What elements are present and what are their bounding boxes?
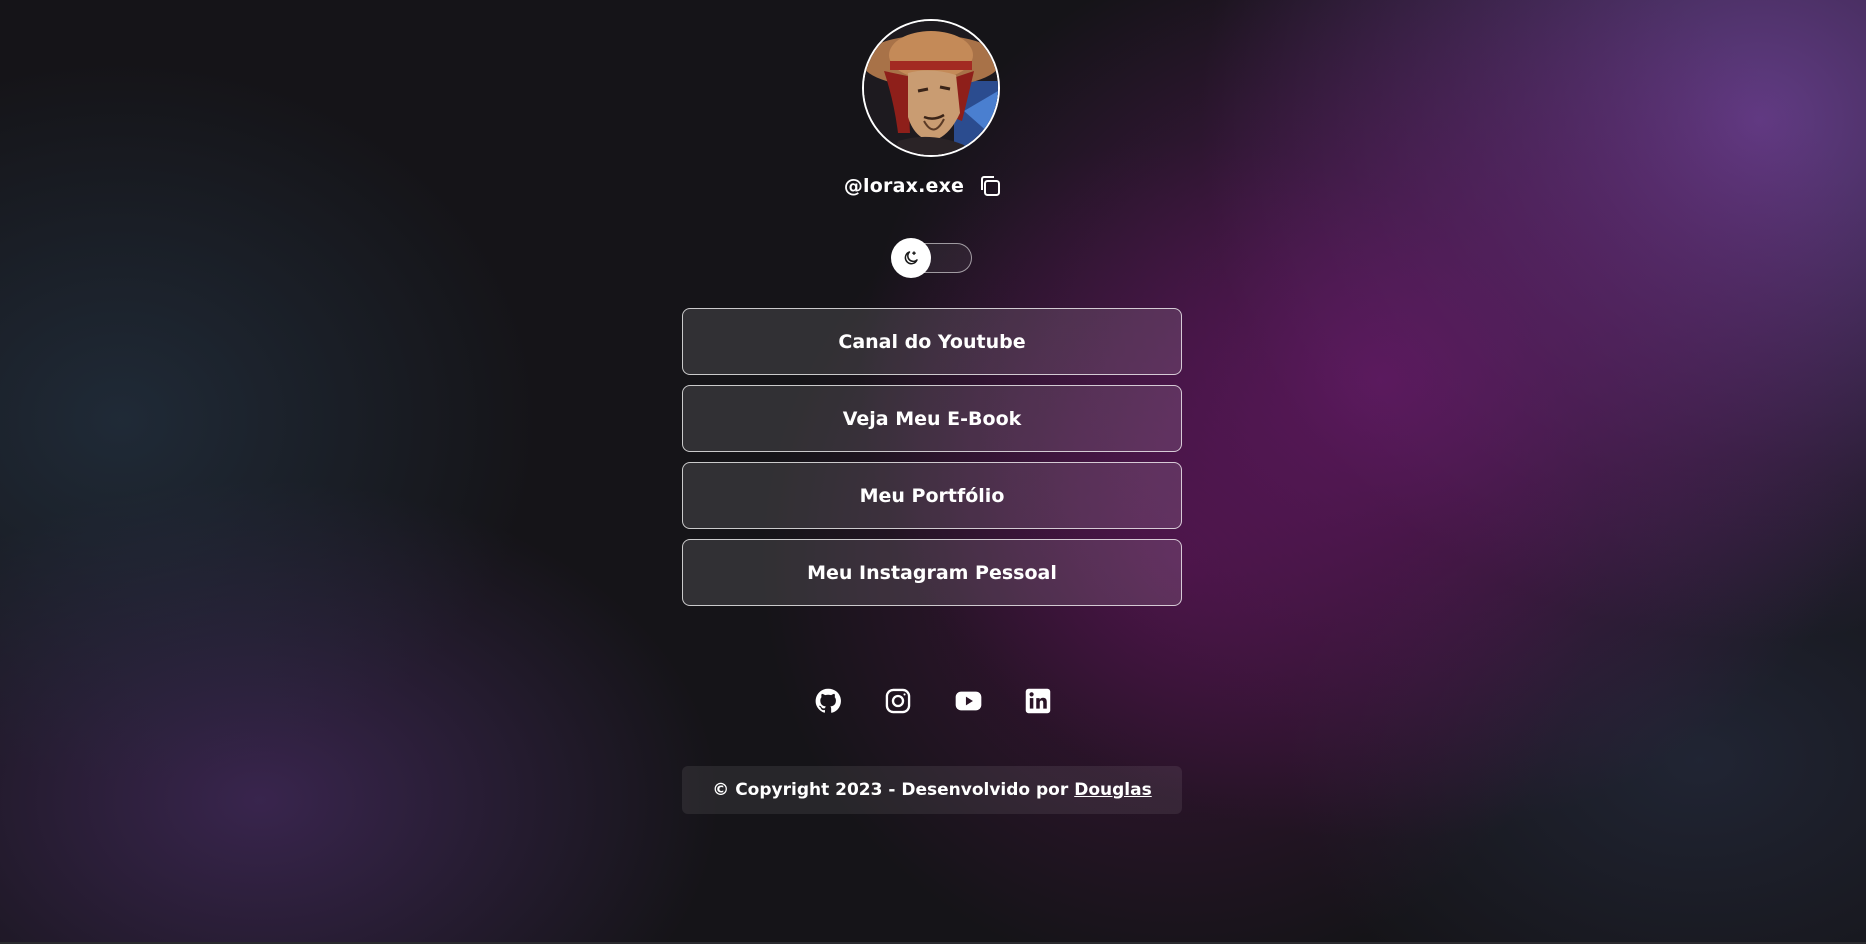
youtube-link[interactable] (954, 686, 983, 715)
link-list: Canal do Youtube Veja Meu E-Book Meu Por… (682, 308, 1182, 616)
toggle-knob[interactable] (891, 238, 931, 278)
moon-icon (904, 251, 918, 265)
instagram-icon (885, 688, 911, 713)
link-portfolio[interactable]: Meu Portfólio (682, 462, 1182, 529)
theme-toggle[interactable] (891, 238, 972, 278)
handle-row: @lorax.exe (0, 174, 1866, 198)
footer-author-link[interactable]: Douglas (1074, 780, 1151, 800)
footer: © Copyright 2023 - Desenvolvido por Doug… (682, 766, 1182, 814)
social-icons (0, 686, 1866, 715)
copy-icon[interactable] (978, 174, 1002, 198)
link-ebook[interactable]: Veja Meu E-Book (682, 385, 1182, 452)
linkedin-link[interactable] (1024, 686, 1053, 715)
github-link[interactable] (814, 686, 843, 715)
profile-handle: @lorax.exe (843, 175, 965, 197)
link-youtube-channel[interactable]: Canal do Youtube (682, 308, 1182, 375)
linkedin-icon (1025, 688, 1051, 713)
avatar-illustration (864, 21, 998, 155)
footer-copyright: © Copyright 2023 - Desenvolvido por (712, 780, 1069, 800)
github-icon (815, 688, 841, 713)
avatar (862, 19, 1000, 157)
youtube-icon (955, 691, 981, 710)
link-instagram-personal[interactable]: Meu Instagram Pessoal (682, 539, 1182, 606)
instagram-link[interactable] (884, 686, 913, 715)
